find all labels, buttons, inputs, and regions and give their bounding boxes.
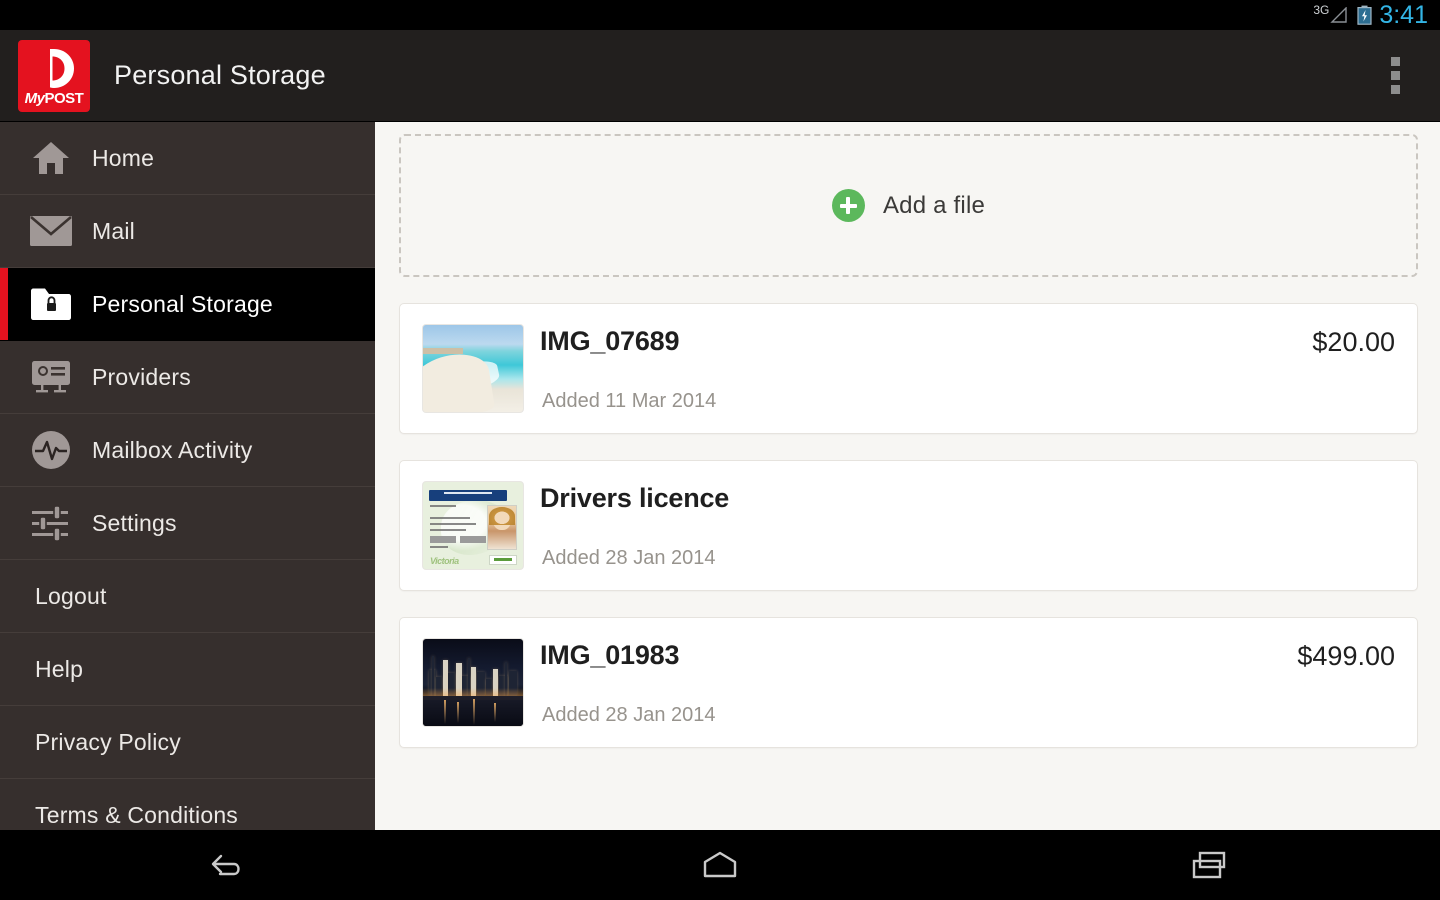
system-navigation-bar bbox=[0, 830, 1440, 900]
sidebar-item-personal-storage[interactable]: Personal Storage bbox=[0, 268, 375, 341]
sidebar-item-privacy-policy[interactable]: Privacy Policy bbox=[0, 706, 375, 779]
sliders-icon bbox=[24, 504, 78, 542]
main-content: Add a file IMG_07689 Added 11 Mar 2014 $… bbox=[375, 122, 1440, 830]
sidebar-item-home[interactable]: Home bbox=[0, 122, 375, 195]
page-title: Personal Storage bbox=[114, 60, 326, 90]
back-button[interactable] bbox=[110, 830, 350, 900]
overflow-menu-icon[interactable] bbox=[1384, 53, 1406, 99]
sidebar-item-label: Help bbox=[35, 655, 84, 682]
sidebar-item-help[interactable]: Help bbox=[0, 633, 375, 706]
file-title: IMG_07689 bbox=[540, 326, 680, 356]
sidebar-item-mailbox-activity[interactable]: Mailbox Activity bbox=[0, 414, 375, 487]
sidebar-item-label: Providers bbox=[92, 363, 191, 390]
status-bar: 3G 3:41 bbox=[0, 0, 1440, 30]
sidebar-item-providers[interactable]: Providers bbox=[0, 341, 375, 414]
sidebar-item-label: Logout bbox=[35, 582, 107, 609]
recent-apps-icon bbox=[1192, 851, 1226, 879]
overflow-dot bbox=[1390, 57, 1400, 66]
battery-charging-icon bbox=[1357, 5, 1372, 25]
file-list-item[interactable]: IMG_07689 Added 11 Mar 2014 $20.00 bbox=[399, 303, 1418, 434]
id-card-icon bbox=[24, 360, 78, 394]
file-list-item[interactable]: Victoria Drivers licence Added 28 Jan 20… bbox=[399, 460, 1418, 591]
envelope-icon bbox=[24, 215, 78, 247]
file-added-date: Added 11 Mar 2014 bbox=[542, 390, 717, 412]
recent-apps-button[interactable] bbox=[1090, 830, 1330, 900]
signal-bars-icon bbox=[1330, 7, 1348, 23]
logo-wordmark: MyPOST bbox=[24, 89, 84, 107]
file-title: IMG_01983 bbox=[540, 640, 680, 670]
sidebar-item-label: Mail bbox=[92, 217, 135, 244]
sidebar-item-label: Home bbox=[92, 144, 155, 171]
activity-pulse-icon bbox=[24, 430, 78, 470]
file-title: Drivers licence bbox=[540, 483, 730, 513]
home-pentagon-icon bbox=[703, 851, 737, 878]
sidebar-item-label: Mailbox Activity bbox=[92, 436, 253, 463]
back-arrow-icon bbox=[211, 854, 240, 876]
selection-indicator bbox=[0, 268, 8, 340]
locked-folder-icon bbox=[24, 286, 78, 322]
plus-circle-icon bbox=[831, 189, 865, 222]
action-bar: MyPOST Personal Storage bbox=[0, 30, 1440, 122]
mypost-logo: MyPOST bbox=[18, 39, 90, 112]
sidebar-item-label: Settings bbox=[92, 509, 177, 536]
file-price: $499.00 bbox=[1297, 641, 1395, 671]
drivers-licence-thumbnail: Victoria bbox=[422, 481, 524, 570]
overflow-dot bbox=[1390, 85, 1400, 94]
add-file-dropzone[interactable]: Add a file bbox=[399, 134, 1418, 277]
network-type-label: 3G bbox=[1313, 3, 1330, 17]
add-file-button[interactable]: Add a file bbox=[831, 189, 986, 222]
sidebar-item-mail[interactable]: Mail bbox=[0, 195, 375, 268]
sidebar-item-label: Personal Storage bbox=[92, 290, 273, 317]
file-price: $20.00 bbox=[1312, 327, 1395, 357]
file-list-item[interactable]: IMG_01983 Added 28 Jan 2014 $499.00 bbox=[399, 617, 1418, 748]
add-file-label: Add a file bbox=[882, 191, 986, 219]
file-added-date: Added 28 Jan 2014 bbox=[542, 704, 716, 726]
file-added-date: Added 28 Jan 2014 bbox=[542, 547, 716, 569]
android-screen: 3G 3:41 MyPOST Personal Storage Home Mai… bbox=[0, 0, 1440, 900]
city-skyline-photo-thumbnail bbox=[422, 638, 524, 727]
overflow-dot bbox=[1390, 71, 1400, 80]
sidebar-item-label: Privacy Policy bbox=[35, 728, 181, 755]
beach-photo-thumbnail bbox=[422, 324, 524, 413]
home-button[interactable] bbox=[600, 830, 840, 900]
sidebar-item-label: Terms & Conditions bbox=[35, 801, 239, 828]
navigation-drawer: Home Mail Personal Storage Providers Mai… bbox=[0, 122, 375, 830]
australia-post-p-logo bbox=[45, 48, 74, 88]
status-clock: 3:41 bbox=[1379, 0, 1428, 29]
sidebar-item-logout[interactable]: Logout bbox=[0, 560, 375, 633]
sidebar-item-terms-conditions[interactable]: Terms & Conditions bbox=[0, 779, 375, 830]
home-icon bbox=[24, 140, 78, 176]
sidebar-item-settings[interactable]: Settings bbox=[0, 487, 375, 560]
